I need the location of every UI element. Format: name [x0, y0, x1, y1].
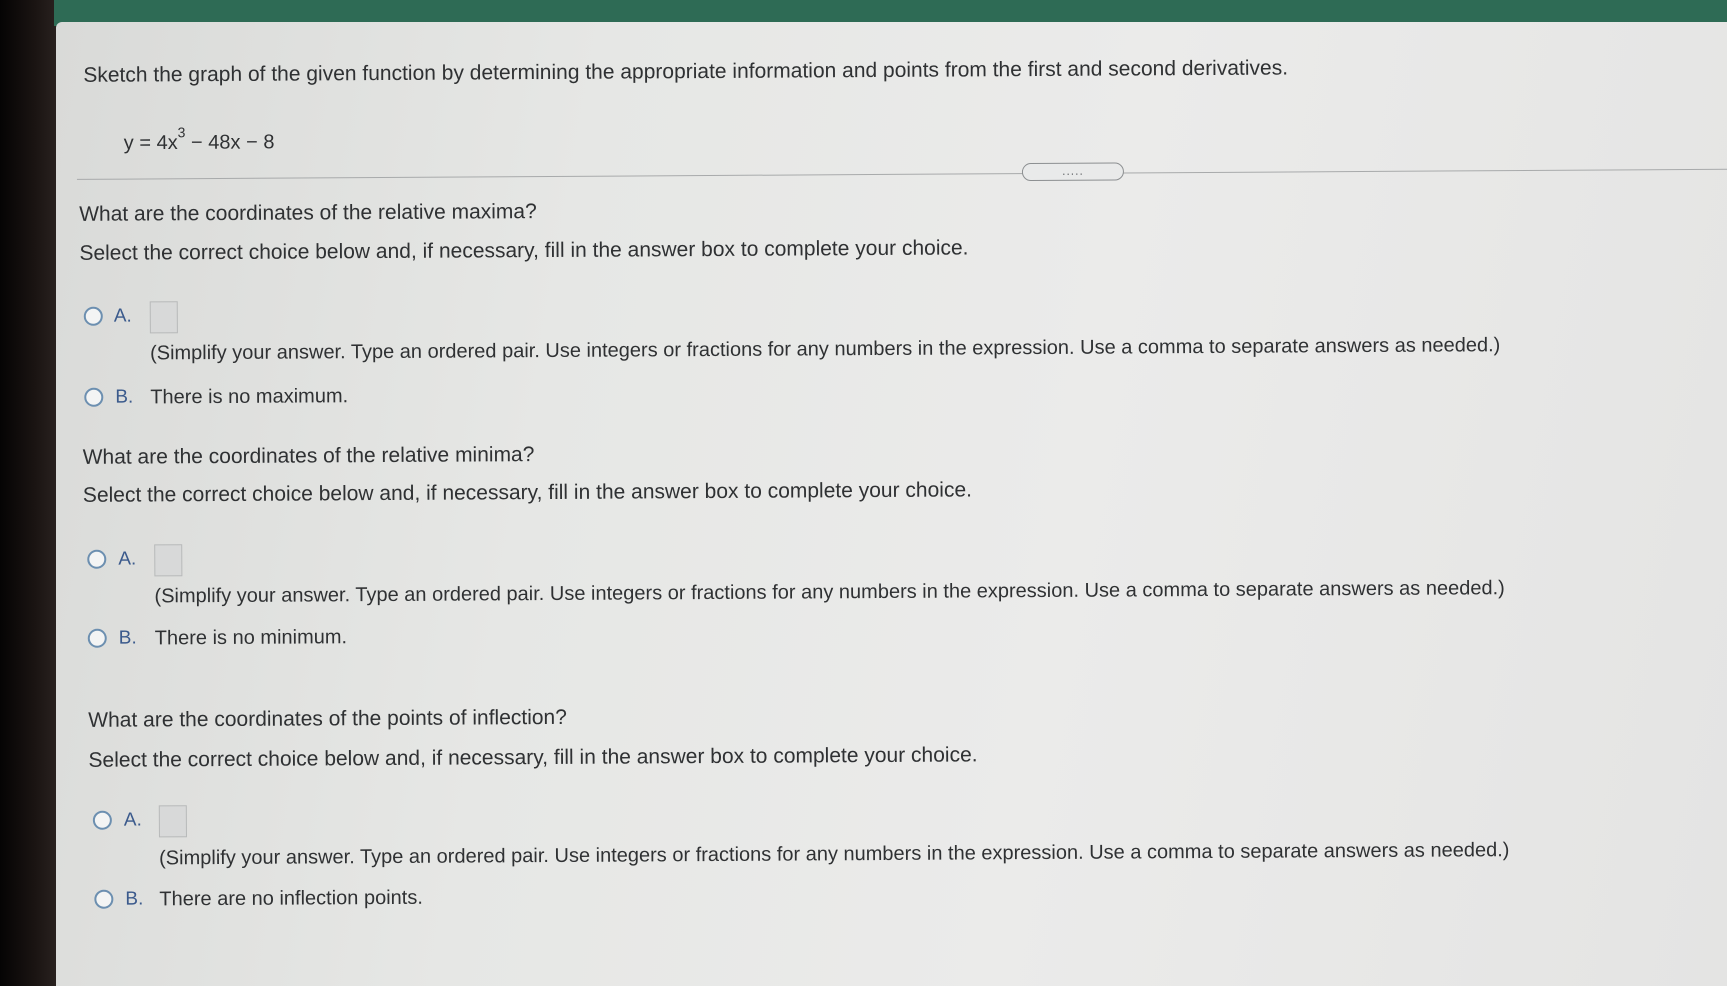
inflection-question: What are the coordinates of the points o…: [88, 705, 567, 732]
minima-choice-a-radio[interactable]: [87, 549, 107, 569]
maxima-answer-box[interactable]: [149, 301, 178, 334]
inflection-answer-box[interactable]: [158, 805, 187, 838]
maxima-question: What are the coordinates of the relative…: [79, 200, 537, 226]
question-prompt: Sketch the graph of the given function b…: [83, 56, 1289, 87]
minima-choice-b-radio[interactable]: [87, 628, 107, 648]
maxima-instruction: Select the correct choice below and, if …: [79, 236, 969, 265]
maxima-choice-b-radio[interactable]: [84, 387, 104, 407]
screen-bezel: [0, 0, 58, 986]
minima-choice-b-text[interactable]: There is no minimum.: [155, 626, 347, 650]
maxima-choice-a-hint: (Simplify your answer. Type an ordered p…: [149, 334, 1501, 365]
minima-choice-b-letter[interactable]: B.: [119, 628, 137, 650]
maxima-choice-b-letter[interactable]: B.: [115, 387, 133, 409]
inflection-choice-a-letter[interactable]: A.: [124, 809, 142, 831]
equation-exponent: 3: [177, 124, 186, 141]
inflection-choice-b-radio[interactable]: [94, 889, 114, 909]
inflection-instruction: Select the correct choice below and, if …: [88, 743, 978, 772]
question-content: Sketch the graph of the given function b…: [56, 12, 1727, 986]
minima-answer-box[interactable]: [154, 544, 183, 577]
question-page: Sketch the graph of the given function b…: [56, 22, 1727, 986]
inflection-choice-b-text[interactable]: There are no inflection points.: [159, 887, 423, 912]
section-divider: [76, 168, 1727, 180]
inflection-choice-a-hint: (Simplify your answer. Type an ordered p…: [159, 839, 1510, 870]
function-equation: y = 4x3 − 48x − 8: [123, 124, 275, 156]
maxima-choice-a-radio[interactable]: [83, 306, 103, 326]
inflection-choice-a-radio[interactable]: [92, 810, 112, 830]
minima-instruction: Select the correct choice below and, if …: [82, 478, 973, 507]
inflection-choice-b-letter[interactable]: B.: [125, 888, 143, 910]
minima-question: What are the coordinates of the relative…: [82, 443, 535, 469]
maxima-choice-a-letter[interactable]: A.: [114, 306, 132, 328]
minima-choice-a-hint: (Simplify your answer. Type an ordered p…: [154, 577, 1505, 608]
expand-toggle-button[interactable]: .....: [1021, 162, 1124, 182]
equation-prefix: y = 4x: [123, 131, 178, 155]
maxima-choice-b-text[interactable]: There is no maximum.: [150, 385, 348, 409]
equation-suffix: − 48x − 8: [185, 131, 275, 154]
minima-choice-a-letter[interactable]: A.: [118, 549, 136, 571]
